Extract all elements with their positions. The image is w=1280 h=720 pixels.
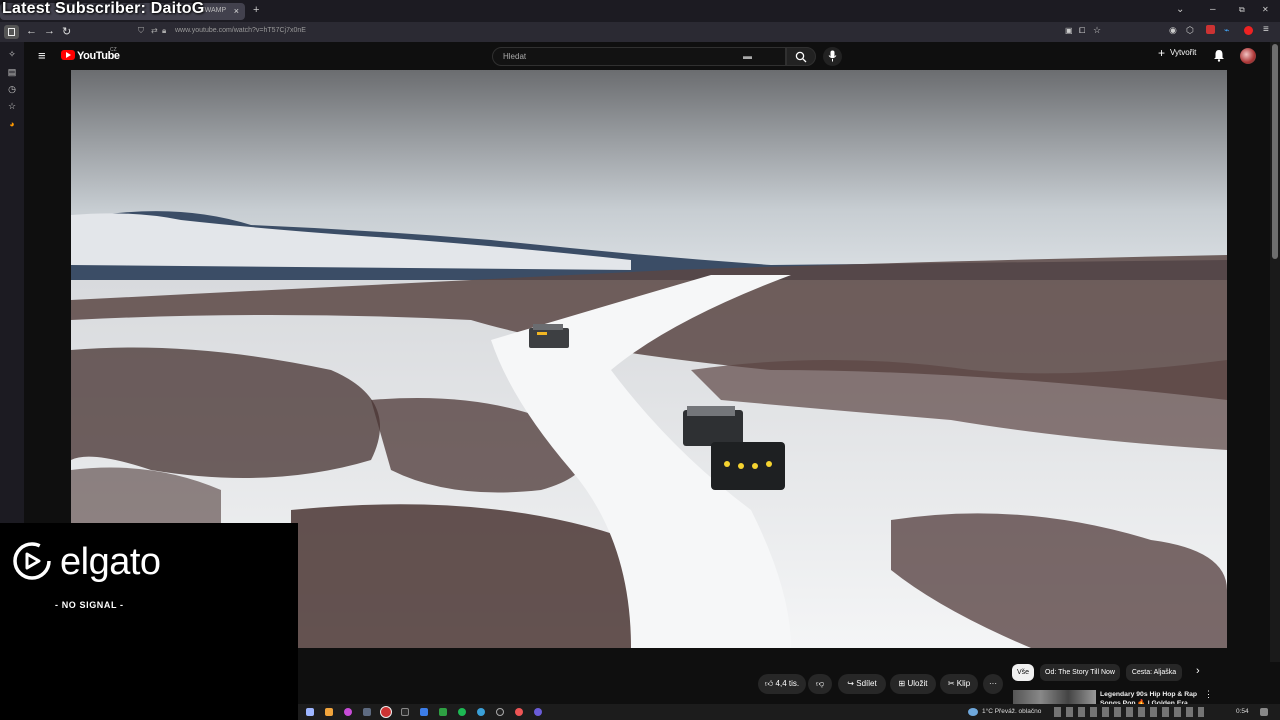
- extension-red-icon[interactable]: [1206, 25, 1215, 34]
- extensions-icon[interactable]: ⬡: [1186, 25, 1194, 36]
- plus-icon: +: [1158, 46, 1166, 60]
- reload-icon[interactable]: ↻: [62, 25, 71, 38]
- sidebar-icon: [8, 28, 15, 36]
- thumbs-up-icon: 👍︎: [764, 679, 774, 688]
- url-field[interactable]: www.youtube.com/watch?v=hT57Cj7x0nE: [175, 27, 306, 34]
- create-button[interactable]: Vytvořit: [1170, 48, 1196, 57]
- search-placeholder: Hledat: [503, 52, 527, 61]
- recommended-menu-icon[interactable]: ⋮: [1204, 689, 1213, 700]
- weather-text[interactable]: 1°C Převáž. oblačno: [982, 708, 1041, 715]
- screenshot-icon[interactable]: ⧠: [1079, 26, 1085, 36]
- bookmark-star-icon[interactable]: ☆: [1093, 25, 1101, 36]
- stream-subscriber-overlay: Latest Subscriber: DaitoG: [2, 0, 205, 17]
- weather-icon[interactable]: [968, 708, 978, 716]
- guide-menu-icon[interactable]: ≡: [38, 48, 46, 63]
- taskbar-app-icon[interactable]: [363, 708, 371, 716]
- close-window-button[interactable]: ✕: [1262, 5, 1269, 14]
- play-triangle-icon: [66, 52, 71, 58]
- account-icon[interactable]: ◉: [1169, 25, 1177, 36]
- avatar[interactable]: [1240, 48, 1256, 64]
- recommended-thumbnail[interactable]: [1013, 690, 1096, 704]
- clock[interactable]: 0:54: [1236, 708, 1249, 715]
- taskbar-app-icon[interactable]: [306, 708, 314, 716]
- bookmarks-icon[interactable]: ☆: [7, 101, 17, 111]
- extension-youtube-icon[interactable]: [1244, 26, 1253, 35]
- chip-all[interactable]: Vše: [1012, 664, 1034, 681]
- maximize-button[interactable]: ⧉: [1239, 5, 1245, 15]
- taskbar-app-icon[interactable]: [439, 708, 447, 716]
- thumbs-down-icon: 👎︎: [815, 679, 825, 688]
- back-arrow-icon[interactable]: ←: [26, 25, 37, 37]
- extension-blue-icon[interactable]: ⌁: [1224, 25, 1229, 36]
- menu-hamburger-icon[interactable]: ≡: [1263, 24, 1269, 35]
- ai-sparkle-icon[interactable]: ✧: [7, 49, 17, 59]
- taskbar-app-icon[interactable]: [401, 708, 409, 716]
- clip-label: Klip: [956, 679, 971, 688]
- elgato-logo-icon: [13, 542, 51, 580]
- system-tray-icons[interactable]: [1054, 707, 1204, 717]
- dislike-button[interactable]: 👎︎: [808, 674, 832, 694]
- history-icon[interactable]: ◷: [7, 84, 17, 94]
- share-button[interactable]: ↪ Sdílet: [838, 674, 886, 694]
- taskbar-app-icon[interactable]: [458, 708, 466, 716]
- share-icon: ↪: [847, 679, 854, 688]
- sidebar-toggle-button[interactable]: [4, 25, 19, 39]
- new-tab-button[interactable]: +: [253, 4, 259, 16]
- taskbar-app-icon[interactable]: [515, 708, 523, 716]
- truck-far: [529, 324, 569, 348]
- no-signal-text: - NO SIGNAL -: [55, 600, 124, 610]
- voice-search-button[interactable]: [823, 47, 842, 66]
- elgato-logo-text: elgato: [60, 541, 161, 583]
- scrollbar-thumb[interactable]: [1272, 44, 1278, 259]
- taskbar-browser-icon[interactable]: [380, 706, 392, 718]
- browser-address-bar: ← → ↻ ⛉ ⇄ 🔒︎ www.youtube.com/watch?v=hT5…: [0, 22, 1280, 42]
- chips-next-arrow-icon[interactable]: ›: [1196, 665, 1200, 677]
- reader-view-icon[interactable]: ▣: [1065, 26, 1073, 35]
- taskbar-app-icon[interactable]: [534, 708, 542, 716]
- lock-icon: 🔒︎: [162, 26, 167, 35]
- taskbar-app-icon[interactable]: [477, 708, 485, 716]
- search-button[interactable]: [786, 47, 816, 66]
- forward-arrow-icon[interactable]: →: [44, 25, 55, 37]
- microphone-icon: [828, 50, 837, 62]
- keyboard-icon[interactable]: ▬: [743, 51, 752, 61]
- taskbar-app-icon[interactable]: [325, 708, 333, 716]
- taskbar-app-icon[interactable]: [344, 708, 352, 716]
- minimize-button[interactable]: –: [1210, 4, 1216, 15]
- tab-close-icon[interactable]: ×: [234, 6, 239, 16]
- tab-list-button[interactable]: ⌄: [1176, 4, 1184, 15]
- notifications-bell-icon[interactable]: [1213, 49, 1225, 62]
- shield-icon[interactable]: ⛉: [138, 26, 144, 36]
- more-actions-button[interactable]: ···: [983, 674, 1003, 694]
- search-input[interactable]: Hledat ▬: [492, 47, 786, 66]
- search-icon: [795, 51, 807, 63]
- windows-taskbar: 1°C Převáž. oblačno 0:54: [298, 704, 1280, 720]
- share-label: Sdílet: [856, 679, 877, 688]
- extension-sidebar-icon[interactable]: ◕: [7, 119, 17, 129]
- country-code: CZ: [110, 47, 117, 53]
- permissions-icon[interactable]: ⇄: [151, 26, 158, 35]
- like-button[interactable]: 👍︎ 4,4 tis.: [758, 674, 806, 694]
- clip-button[interactable]: ✂ Klip: [940, 674, 978, 694]
- save-icon: ⊞: [898, 679, 906, 688]
- taskbar-app-icon[interactable]: [420, 708, 428, 716]
- youtube-header: ≡ YouTube CZ Hledat ▬ + Vytvořit: [24, 42, 1270, 70]
- recommended-title[interactable]: Legendary 90s Hip Hop & Rap Songs Pop 🔥 …: [1100, 690, 1200, 704]
- chip-alaska[interactable]: Cesta: Aljaška: [1126, 664, 1182, 681]
- chip-from-channel[interactable]: Od: The Story Till Now: [1040, 664, 1120, 681]
- elgato-capture-panel: elgato - NO SIGNAL -: [0, 523, 298, 720]
- synced-tabs-icon[interactable]: ▤: [7, 67, 17, 77]
- save-label: Uložit: [907, 679, 928, 688]
- like-count: 4,4 tis.: [775, 679, 800, 688]
- save-button[interactable]: ⊞ Uložit: [890, 674, 936, 694]
- scissors-icon: ✂: [947, 679, 955, 688]
- notifications-icon[interactable]: [1260, 708, 1268, 716]
- taskbar-app-icon[interactable]: [496, 708, 504, 716]
